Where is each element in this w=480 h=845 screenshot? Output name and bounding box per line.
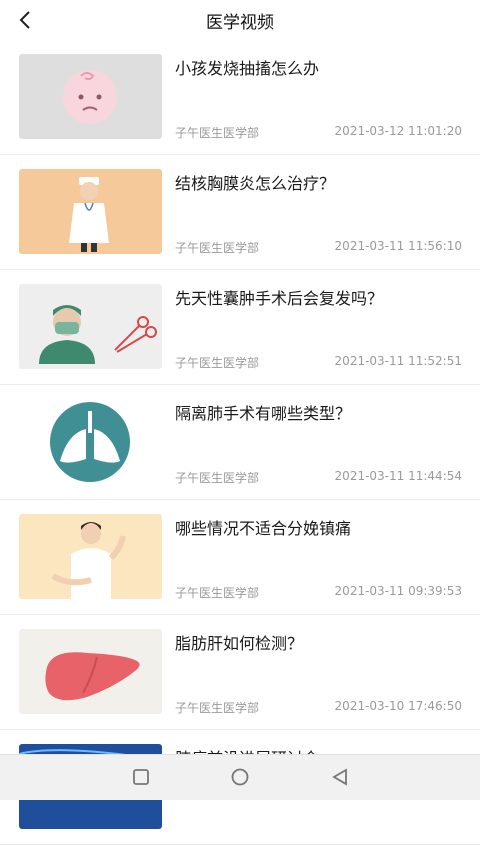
video-date: 2021-03-11 09:39:53: [334, 584, 462, 598]
video-source: 子午医生医学部: [175, 126, 260, 140]
surgeon-scissors-icon: [19, 284, 162, 369]
video-date: 2021-03-12 11:01:20: [334, 124, 462, 138]
system-nav-bar: [0, 754, 480, 800]
video-thumbnail: [19, 629, 162, 714]
video-list: 小孩发烧抽搐怎么办 子午医生医学部 2021-03-12 11:01:20 结核…: [0, 40, 480, 845]
video-date: 2021-03-11 11:56:10: [334, 239, 462, 253]
header-bar: 医学视频: [0, 0, 480, 40]
video-date: 2021-03-10 17:46:50: [334, 699, 462, 713]
home-button[interactable]: [230, 767, 250, 791]
list-item[interactable]: 结核胸膜炎怎么治疗？ 子午医生医学部 2021-03-11 11:56:10: [0, 155, 480, 270]
circle-icon: [231, 768, 249, 786]
list-item[interactable]: 先天性囊肿手术后会复发吗？ 子午医生医学部 2021-03-11 11:52:5…: [0, 270, 480, 385]
list-item[interactable]: 哪些情况不适合分娩镇痛 子午医生医学部 2021-03-11 09:39:53: [0, 500, 480, 615]
video-thumbnail: [19, 54, 162, 139]
liver-icon: [19, 629, 162, 714]
video-date: 2021-03-11 11:44:54: [334, 469, 462, 483]
baby-face-icon: [19, 54, 162, 139]
video-thumbnail: [19, 399, 162, 484]
video-thumbnail: [19, 284, 162, 369]
video-thumbnail: [19, 514, 162, 599]
list-item[interactable]: 隔离肺手术有哪些类型？ 子午医生医学部 2021-03-11 11:44:54: [0, 385, 480, 500]
page-title: 医学视频: [206, 13, 274, 33]
video-title: 结核胸膜炎怎么治疗？: [175, 174, 336, 193]
video-title: 小孩发烧抽搐怎么办: [175, 59, 320, 78]
video-title: 脂肪肝如何检测？: [175, 634, 304, 653]
nav-back-button[interactable]: [330, 767, 350, 791]
doctor-icon: [19, 169, 162, 254]
square-icon: [133, 769, 149, 785]
video-thumbnail: [19, 169, 162, 254]
video-source: 子午医生医学部: [175, 356, 260, 370]
list-item[interactable]: 脂肪肝如何检测？ 子午医生医学部 2021-03-10 17:46:50: [0, 615, 480, 730]
video-source: 子午医生医学部: [175, 586, 260, 600]
video-source: 子午医生医学部: [175, 241, 260, 255]
video-source: 子午医生医学部: [175, 471, 260, 485]
video-title: 先天性囊肿手术后会复发吗？: [175, 289, 384, 308]
lungs-icon: [19, 399, 162, 484]
recent-apps-button[interactable]: [132, 768, 150, 790]
video-title: 隔离肺手术有哪些类型？: [175, 404, 352, 423]
triangle-back-icon: [332, 768, 347, 786]
video-source: 子午医生医学部: [175, 701, 260, 715]
pregnant-woman-icon: [19, 514, 162, 599]
video-title: 哪些情况不适合分娩镇痛: [175, 519, 352, 538]
list-item[interactable]: 小孩发烧抽搐怎么办 子午医生医学部 2021-03-12 11:01:20: [0, 40, 480, 155]
video-date: 2021-03-11 11:52:51: [334, 354, 462, 368]
